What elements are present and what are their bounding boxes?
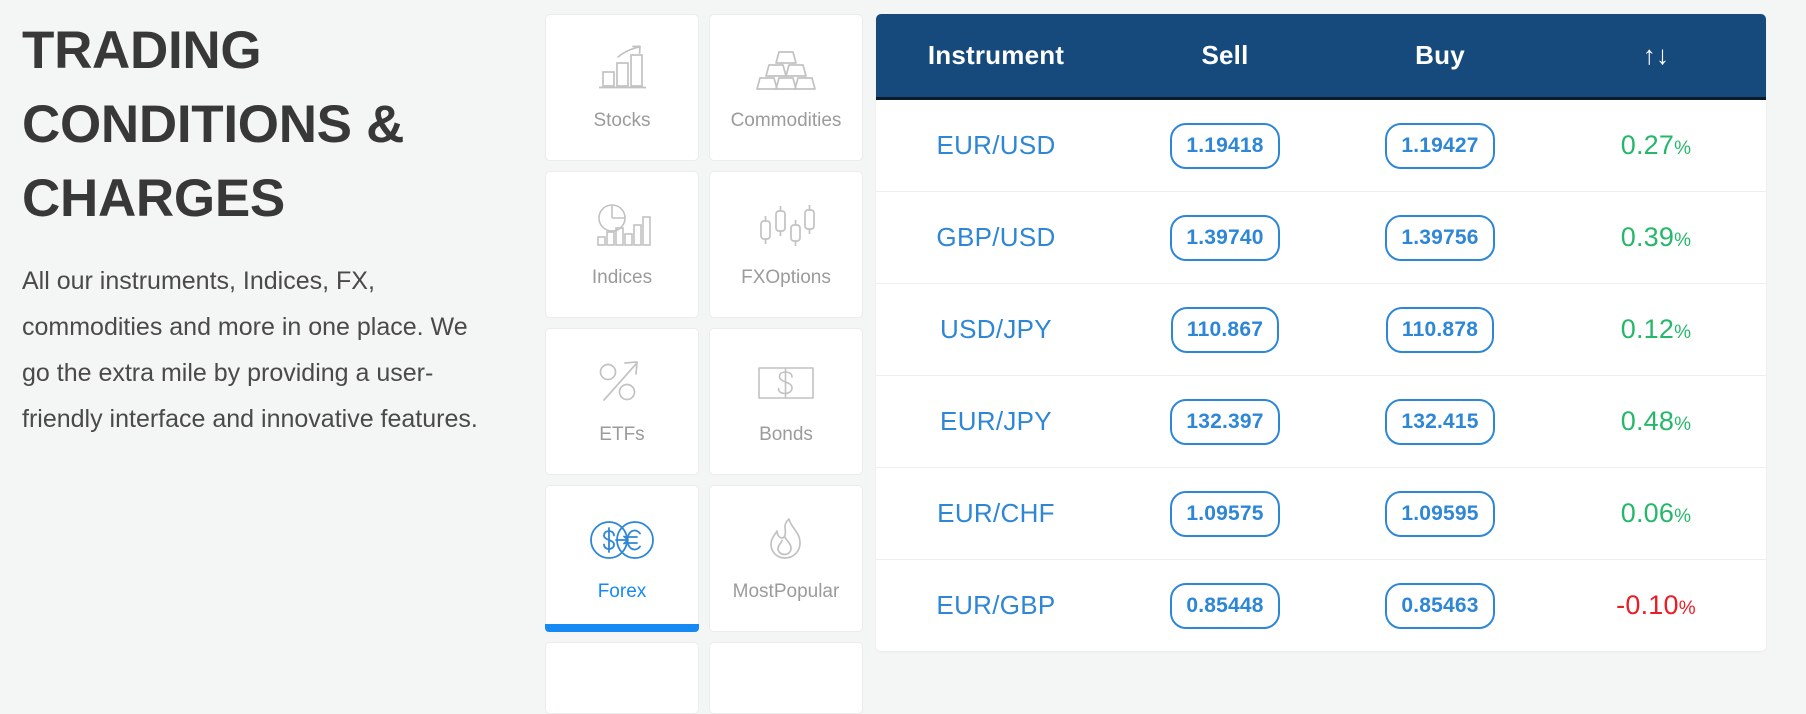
table-row[interactable]: EUR/JPY 132.397 132.415 0.48%: [876, 376, 1766, 468]
buy-price-button[interactable]: 1.09595: [1385, 490, 1495, 537]
dollar-bill-icon: [754, 355, 818, 411]
column-header-buy[interactable]: Buy: [1334, 40, 1546, 71]
instrument-name[interactable]: GBP/USD: [936, 222, 1055, 252]
active-indicator-bar: [545, 624, 699, 632]
category-card-fxoptions[interactable]: FXOptions: [709, 171, 863, 318]
pie-bar-chart-icon: [591, 198, 653, 254]
column-header-instrument[interactable]: Instrument: [876, 40, 1116, 71]
category-card-forex[interactable]: Forex: [545, 485, 699, 632]
category-label: Forex: [597, 581, 647, 602]
change-percent: 0.27%: [1621, 130, 1691, 160]
category-card-bonds[interactable]: Bonds: [709, 328, 863, 475]
quotes-table-header: Instrument Sell Buy ↑↓: [876, 14, 1766, 100]
percent-sign: %: [1678, 598, 1696, 619]
intro-section: TRADING CONDITIONS & CHARGES All our ins…: [22, 14, 492, 442]
percent-arrow-icon: [594, 355, 650, 411]
percent-sign: %: [1674, 230, 1692, 251]
table-row[interactable]: EUR/USD 1.19418 1.19427 0.27%: [876, 100, 1766, 192]
sort-arrows-icon[interactable]: ↑↓: [1546, 40, 1766, 71]
change-percent: 0.12%: [1621, 314, 1691, 344]
table-row[interactable]: USD/JPY 110.867 110.878 0.12%: [876, 284, 1766, 376]
sell-price-button[interactable]: 1.09575: [1170, 490, 1280, 537]
gold-bars-icon: [755, 41, 817, 97]
instrument-name[interactable]: EUR/JPY: [940, 406, 1052, 436]
buy-price-button[interactable]: 132.415: [1385, 398, 1495, 445]
sell-price-button[interactable]: 110.867: [1170, 306, 1280, 353]
change-value: 0.48: [1620, 406, 1675, 436]
buy-price-button[interactable]: 1.19427: [1385, 122, 1495, 169]
instrument-category-grid: Stocks Commodities Indices FXOptions ETF…: [545, 14, 863, 714]
category-label: Commodities: [730, 110, 842, 131]
category-label: MostPopular: [732, 581, 840, 602]
buy-price-button[interactable]: 110.878: [1385, 306, 1495, 353]
table-row[interactable]: EUR/GBP 0.85448 0.85463 -0.10%: [876, 560, 1766, 651]
category-card-next-row-right[interactable]: [709, 642, 863, 714]
change-percent: 0.48%: [1621, 406, 1691, 436]
candlestick-icon: [755, 198, 817, 254]
intro-paragraph: All our instruments, Indices, FX, commod…: [22, 267, 478, 433]
category-label: ETFs: [599, 424, 645, 445]
instrument-name[interactable]: USD/JPY: [940, 314, 1052, 344]
percent-sign: %: [1674, 506, 1692, 527]
sell-price-button[interactable]: 132.397: [1170, 398, 1280, 445]
change-value: 0.27: [1620, 130, 1675, 160]
percent-sign: %: [1674, 138, 1692, 159]
bar-chart-arrow-icon: [594, 41, 650, 97]
percent-sign: %: [1674, 414, 1692, 435]
instrument-name[interactable]: EUR/CHF: [937, 498, 1055, 528]
currency-exchange-icon: [586, 512, 658, 568]
category-card-etfs[interactable]: ETFs: [545, 328, 699, 475]
sell-price-button[interactable]: 1.39740: [1170, 214, 1280, 261]
quotes-panel: Instrument Sell Buy ↑↓ EUR/USD 1.19418 1…: [876, 14, 1766, 651]
change-value: 0.12: [1620, 314, 1675, 344]
flame-icon: [760, 512, 812, 568]
change-percent: 0.06%: [1621, 498, 1691, 528]
instrument-name[interactable]: EUR/USD: [936, 130, 1055, 160]
change-value: 0.06: [1620, 498, 1675, 528]
sell-price-button[interactable]: 0.85448: [1170, 582, 1280, 629]
quotes-table-body: EUR/USD 1.19418 1.19427 0.27% GBP/USD 1.…: [876, 100, 1766, 651]
page-title: TRADING CONDITIONS & CHARGES: [22, 21, 405, 228]
change-value: -0.10: [1616, 590, 1679, 620]
table-row[interactable]: GBP/USD 1.39740 1.39756 0.39%: [876, 192, 1766, 284]
category-label: Bonds: [759, 424, 813, 445]
category-label: Stocks: [593, 110, 651, 131]
trading-conditions-page: TRADING CONDITIONS & CHARGES All our ins…: [0, 0, 1806, 714]
category-label: FXOptions: [741, 267, 831, 288]
instrument-name[interactable]: EUR/GBP: [936, 590, 1055, 620]
category-card-commodities[interactable]: Commodities: [709, 14, 863, 161]
sell-price-button[interactable]: 1.19418: [1170, 122, 1280, 169]
percent-sign: %: [1674, 322, 1692, 343]
change-percent: -0.10%: [1616, 590, 1696, 620]
category-card-indices[interactable]: Indices: [545, 171, 699, 318]
category-label: Indices: [591, 267, 653, 288]
buy-price-button[interactable]: 1.39756: [1385, 214, 1495, 261]
category-card-next-row-left[interactable]: [545, 642, 699, 714]
category-card-stocks[interactable]: Stocks: [545, 14, 699, 161]
column-header-sell[interactable]: Sell: [1116, 40, 1334, 71]
change-percent: 0.39%: [1621, 222, 1691, 252]
buy-price-button[interactable]: 0.85463: [1385, 582, 1495, 629]
table-row[interactable]: EUR/CHF 1.09575 1.09595 0.06%: [876, 468, 1766, 560]
category-card-mostpopular[interactable]: MostPopular: [709, 485, 863, 632]
change-value: 0.39: [1620, 222, 1675, 252]
